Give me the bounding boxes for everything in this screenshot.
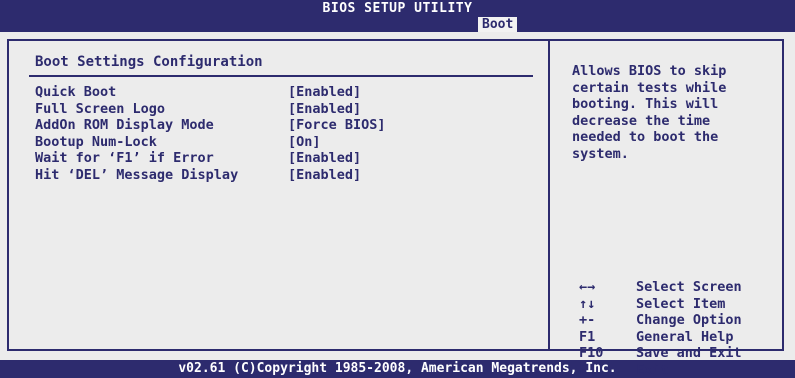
help-line: Allows BIOS to skip xyxy=(572,63,727,79)
section-title: Boot Settings Configuration xyxy=(35,54,263,70)
key-row: ←→ Select Screen xyxy=(579,279,789,296)
title-bar: BIOS SETUP UTILITY Boot xyxy=(0,0,795,32)
panel-divider xyxy=(548,41,550,349)
setting-wait-for-f1[interactable]: Wait for ‘F1’ if Error [Enabled] xyxy=(35,150,535,167)
main-panel: Boot Settings Configuration Quick Boot [… xyxy=(0,32,795,378)
setting-bootup-num-lock[interactable]: Bootup Num-Lock [On] xyxy=(35,134,535,151)
help-line: needed to boot the xyxy=(572,129,719,145)
settings-list: Quick Boot [Enabled] Full Screen Logo [E… xyxy=(35,84,535,183)
tab-boot[interactable]: Boot xyxy=(478,17,518,32)
key-row: +- Change Option xyxy=(579,312,789,329)
help-line: booting. This will xyxy=(572,96,719,112)
plus-minus-key: +- xyxy=(579,312,596,328)
setting-value[interactable]: [Enabled] xyxy=(288,150,361,167)
setting-value[interactable]: [Enabled] xyxy=(288,84,361,101)
setting-value[interactable]: [Enabled] xyxy=(288,167,361,184)
key-row: F1 General Help xyxy=(579,329,789,346)
content-frame: Boot Settings Configuration Quick Boot [… xyxy=(7,39,784,378)
copyright-footer: v02.61 (C)Copyright 1985-2008, American … xyxy=(178,361,617,376)
setting-label: AddOn ROM Display Mode xyxy=(35,117,214,133)
setting-addon-rom-display-mode[interactable]: AddOn ROM Display Mode [Force BIOS] xyxy=(35,117,535,134)
setting-full-screen-logo[interactable]: Full Screen Logo [Enabled] xyxy=(35,101,535,118)
setting-label: Quick Boot xyxy=(35,84,117,100)
key-description: General Help xyxy=(636,328,734,345)
setting-value[interactable]: [On] xyxy=(288,134,321,151)
key-description: Select Screen xyxy=(636,279,742,295)
help-line: decrease the time xyxy=(572,112,711,129)
help-panel: Allows BIOS to skip certain tests while … xyxy=(572,63,777,162)
section-rule xyxy=(29,75,533,77)
setting-label: Hit ‘DEL’ Message Display xyxy=(35,166,239,183)
left-right-arrows-icon: ←→ xyxy=(579,279,596,295)
help-line: certain tests while xyxy=(572,79,727,96)
up-down-arrows-icon: ↑↓ xyxy=(579,295,596,312)
setting-value[interactable]: [Enabled] xyxy=(288,101,361,118)
key-row: ↑↓ Select Item xyxy=(579,296,789,313)
setting-value[interactable]: [Force BIOS] xyxy=(288,117,386,134)
f1-key: F1 xyxy=(579,328,596,345)
setting-quick-boot[interactable]: Quick Boot [Enabled] xyxy=(35,84,535,101)
key-description: Change Option xyxy=(636,312,742,328)
key-description: Select Item xyxy=(636,295,726,312)
setting-label: Wait for ‘F1’ if Error xyxy=(35,150,214,166)
bios-title: BIOS SETUP UTILITY xyxy=(322,1,473,16)
setting-label: Bootup Num-Lock xyxy=(35,133,157,150)
help-line: system. xyxy=(572,145,629,162)
setting-label: Full Screen Logo xyxy=(35,100,166,117)
setting-hit-del-message[interactable]: Hit ‘DEL’ Message Display [Enabled] xyxy=(35,167,535,184)
